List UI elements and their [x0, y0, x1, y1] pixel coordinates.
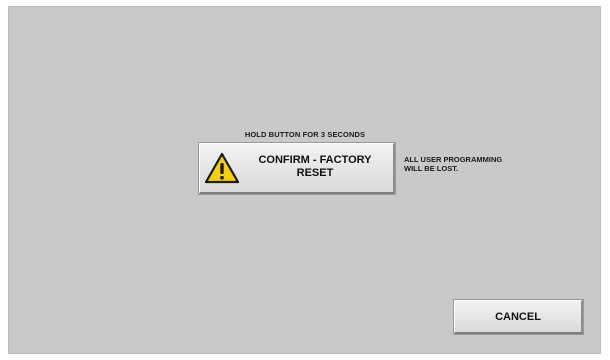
data-loss-warning-line1: ALL USER PROGRAMMING [404, 155, 503, 164]
confirm-button-label-line1: CONFIRM - FACTORY [258, 154, 372, 166]
confirm-button-label-line2: RESET [296, 167, 334, 179]
cancel-button[interactable]: CANCEL [454, 300, 583, 334]
confirm-button-label: CONFIRM - FACTORY RESET [240, 154, 390, 180]
hold-instruction-label: HOLD BUTTON FOR 3 SECONDS [244, 130, 366, 139]
confirm-factory-reset-button[interactable]: CONFIRM - FACTORY RESET [199, 143, 395, 194]
warning-triangle-icon [204, 152, 240, 184]
cancel-button-label: CANCEL [495, 311, 541, 323]
data-loss-warning: ALL USER PROGRAMMING WILL BE LOST. [404, 155, 544, 173]
factory-reset-screen: HOLD BUTTON FOR 3 SECONDS CONFIRM - FACT… [8, 6, 601, 354]
data-loss-warning-line2: WILL BE LOST. [404, 164, 459, 173]
